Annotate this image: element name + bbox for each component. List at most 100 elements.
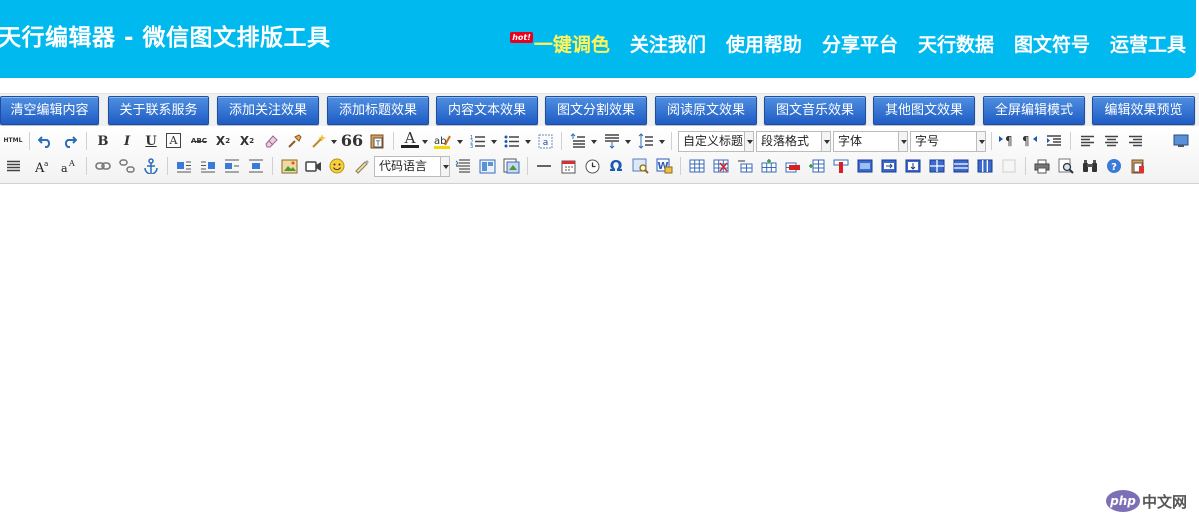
image-float-left-icon[interactable] <box>175 157 193 175</box>
chevron-down-icon[interactable] <box>457 140 463 144</box>
chevron-down-icon[interactable] <box>525 140 531 144</box>
tab-read-more-effect[interactable]: 阅读原文效果 <box>655 96 757 125</box>
align-right-icon[interactable] <box>1126 132 1144 150</box>
editor-content-area[interactable] <box>0 185 1199 518</box>
italic-icon[interactable]: I <box>118 132 136 150</box>
select-all-icon[interactable]: a <box>536 132 554 150</box>
insert-col-icon[interactable] <box>808 157 826 175</box>
superscript-icon[interactable]: X2 <box>214 132 232 150</box>
font-color-icon[interactable]: A <box>401 131 419 148</box>
unordered-list-icon[interactable] <box>503 132 521 150</box>
link-icon[interactable] <box>94 157 112 175</box>
help-icon[interactable]: ? <box>1105 157 1123 175</box>
word-image-icon[interactable]: W <box>655 157 673 175</box>
tab-about-contact[interactable]: 关于联系服务 <box>108 96 209 125</box>
insert-image-icon[interactable] <box>280 157 298 175</box>
custom-title-select[interactable]: 自定义标题 <box>678 131 754 152</box>
fullscreen-icon[interactable] <box>1172 132 1190 150</box>
code-language-select[interactable]: 代码语言 <box>374 156 450 177</box>
tab-preview[interactable]: 编辑效果预览 <box>1092 96 1195 125</box>
special-chars-icon[interactable]: Ω <box>607 157 625 175</box>
search-replace-binoculars-icon[interactable] <box>1081 157 1099 175</box>
nav-one-click-color[interactable]: hot! 一键调色 <box>510 30 610 57</box>
ltr-direction-icon[interactable]: ¶ <box>997 132 1015 150</box>
paragraph-format-select[interactable]: 段落格式 <box>756 131 831 152</box>
indent-icon[interactable] <box>1045 132 1063 150</box>
underline-icon[interactable]: U <box>142 132 160 150</box>
lowercase-icon[interactable]: aA <box>60 157 78 175</box>
insert-paragraph-before-table-icon[interactable] <box>736 157 754 175</box>
delete-table-icon[interactable] <box>712 157 730 175</box>
eraser-icon[interactable] <box>262 132 280 150</box>
insert-time-icon[interactable] <box>583 157 601 175</box>
nav-follow-us[interactable]: 关注我们 <box>630 30 706 57</box>
font-family-select[interactable]: 字体 <box>833 131 908 152</box>
chevron-down-icon[interactable] <box>591 140 597 144</box>
chevron-down-icon[interactable] <box>331 140 337 144</box>
template-icon[interactable] <box>478 157 496 175</box>
split-to-cells-icon[interactable] <box>928 157 946 175</box>
align-left-icon[interactable] <box>1078 132 1096 150</box>
nav-help[interactable]: 使用帮助 <box>726 30 802 57</box>
justify-icon[interactable] <box>4 157 22 175</box>
insert-row-icon[interactable] <box>760 157 778 175</box>
nav-ops-tools[interactable]: 运营工具 <box>1110 30 1186 57</box>
page-break-icon[interactable] <box>454 157 472 175</box>
insert-video-icon[interactable] <box>304 157 322 175</box>
paste-plain-icon[interactable]: T <box>368 132 386 150</box>
delete-row-icon[interactable] <box>784 157 802 175</box>
auto-typeset-icon[interactable] <box>310 132 328 150</box>
insert-table-icon[interactable] <box>688 157 706 175</box>
tab-other-effect[interactable]: 其他图文效果 <box>873 96 975 125</box>
undo-icon[interactable] <box>36 132 54 150</box>
insert-date-icon[interactable] <box>559 157 577 175</box>
font-border-icon[interactable]: A <box>166 133 181 148</box>
rtl-direction-icon[interactable]: ¶ <box>1021 132 1039 150</box>
horizontal-rule-icon[interactable] <box>535 157 553 175</box>
chevron-down-icon[interactable] <box>422 140 428 144</box>
split-to-cols-icon[interactable] <box>976 157 994 175</box>
ordered-list-icon[interactable]: 123 <box>469 132 487 150</box>
tab-clear-content[interactable]: 清空编辑内容 <box>0 96 99 125</box>
tab-fullscreen-mode[interactable]: 全屏编辑模式 <box>983 96 1085 125</box>
merge-down-icon[interactable] <box>904 157 922 175</box>
bold-icon[interactable]: B <box>94 132 112 150</box>
split-to-rows-icon[interactable] <box>952 157 970 175</box>
image-float-right-icon[interactable] <box>199 157 217 175</box>
anchor-icon[interactable] <box>142 157 160 175</box>
chevron-down-icon[interactable] <box>625 140 631 144</box>
font-size-select[interactable]: 字号 <box>910 131 986 152</box>
chevron-down-icon[interactable] <box>491 140 497 144</box>
merge-cells-icon[interactable] <box>856 157 874 175</box>
image-center-icon[interactable] <box>247 157 265 175</box>
html-source-icon[interactable]: HTML <box>2 132 24 150</box>
merge-right-icon[interactable] <box>880 157 898 175</box>
background-icon[interactable] <box>502 157 520 175</box>
highlight-color-icon[interactable]: ab <box>434 132 452 150</box>
drafts-icon[interactable] <box>1129 157 1147 175</box>
tab-divider-effect[interactable]: 图文分割效果 <box>545 96 647 125</box>
image-no-float-icon[interactable] <box>223 157 241 175</box>
blockquote-icon[interactable]: 66 <box>341 132 363 150</box>
align-center-icon[interactable] <box>1102 132 1120 150</box>
preview-icon[interactable] <box>1057 157 1075 175</box>
tab-text-effect[interactable]: 内容文本效果 <box>436 96 538 125</box>
nav-symbols[interactable]: 图文符号 <box>1014 30 1090 57</box>
subscript-icon[interactable]: X2 <box>238 132 256 150</box>
nav-share-platform[interactable]: 分享平台 <box>822 30 898 57</box>
chevron-down-icon[interactable] <box>659 140 665 144</box>
line-height-icon[interactable] <box>637 132 655 150</box>
chart-placeholder-icon[interactable] <box>1000 157 1018 175</box>
print-icon[interactable] <box>1033 157 1051 175</box>
search-replace-icon[interactable] <box>631 157 649 175</box>
tab-music-effect[interactable]: 图文音乐效果 <box>764 96 866 125</box>
scrawl-icon[interactable] <box>352 157 370 175</box>
strikethrough-icon[interactable]: ABC <box>190 132 208 150</box>
unlink-icon[interactable] <box>118 157 136 175</box>
row-spacing-bottom-icon[interactable] <box>603 132 621 150</box>
tab-title-effect[interactable]: 添加标题效果 <box>327 96 429 125</box>
format-painter-icon[interactable] <box>286 132 304 150</box>
delete-col-icon[interactable] <box>832 157 850 175</box>
nav-tianxing-data[interactable]: 天行数据 <box>918 30 994 57</box>
tab-follow-effect[interactable]: 添加关注效果 <box>217 96 319 125</box>
